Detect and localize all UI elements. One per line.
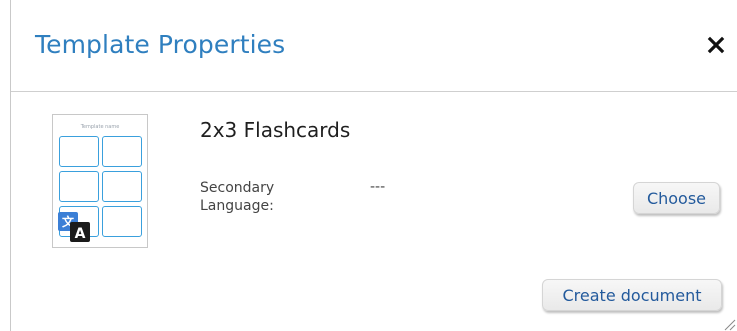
secondary-language-label: Secondary Language: [200, 180, 275, 214]
flashcard-1 [59, 136, 99, 167]
flashcard-4 [102, 171, 142, 202]
choose-button[interactable]: Choose [633, 182, 720, 214]
flashcard-2 [102, 136, 142, 167]
close-icon[interactable] [705, 34, 727, 56]
translate-icon: 文 A [57, 211, 91, 243]
svg-text:A: A [75, 226, 86, 242]
flashcard-3 [59, 171, 99, 202]
create-document-button[interactable]: Create document [542, 279, 722, 311]
secondary-language-value: --- [370, 179, 386, 195]
thumbnail-title: Template name [80, 124, 120, 130]
template-name: 2x3 Flashcards [200, 118, 351, 142]
flashcard-6 [102, 206, 142, 237]
template-properties-dialog: Template Properties Template name 文 A 2x… [0, 0, 737, 331]
template-thumbnail: Template name 文 A [52, 114, 148, 248]
resize-grip-icon[interactable] [722, 316, 736, 331]
dialog-title: Template Properties [35, 30, 286, 59]
dialog-header: Template Properties [11, 0, 737, 92]
